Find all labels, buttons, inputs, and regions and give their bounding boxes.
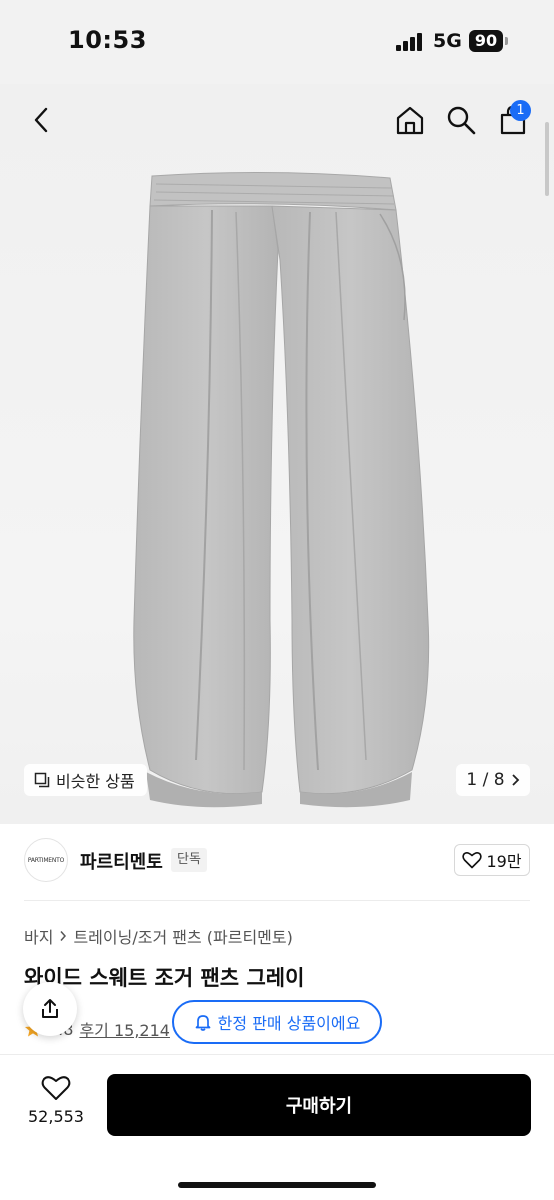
divider	[24, 900, 530, 901]
wishlist-count: 52,553	[28, 1107, 84, 1126]
breadcrumb-category[interactable]: 바지	[24, 924, 53, 948]
chevron-right-icon	[511, 774, 519, 786]
share-icon	[42, 999, 58, 1018]
search-icon	[447, 106, 476, 135]
buy-button[interactable]: 구매하기	[107, 1074, 531, 1136]
cart-count-badge: 1	[510, 100, 531, 121]
image-pager[interactable]: 1 / 8	[456, 764, 530, 796]
copy-icon	[34, 772, 50, 788]
network-label: 5G	[433, 30, 462, 52]
status-bar: 10:53 5G 90	[0, 0, 554, 84]
limited-sale-text: 한정 판매 상품이에요	[217, 1014, 361, 1033]
chevron-right-icon	[60, 931, 67, 941]
bottom-action-bar: 52,553 구매하기	[0, 1054, 554, 1200]
heart-icon	[462, 852, 483, 869]
home-indicator	[178, 1182, 376, 1188]
image-pager-label: 1 / 8	[466, 770, 505, 790]
similar-products-label: 비슷한 상품	[56, 772, 135, 791]
status-time: 10:53	[68, 26, 147, 54]
breadcrumb-subcategory[interactable]: 트레이닝/조거 팬츠 (파르티멘토)	[73, 924, 292, 948]
share-button[interactable]	[23, 982, 77, 1036]
battery-icon: 90	[469, 30, 503, 52]
brand-logo-text: PARTIMENTO	[27, 856, 65, 864]
heart-icon	[41, 1076, 71, 1100]
reviews-link[interactable]: 후기 15,214	[79, 1017, 170, 1041]
signal-icon	[396, 33, 422, 51]
wishlist-button[interactable]: 52,553	[22, 1075, 90, 1126]
home-icon	[396, 106, 424, 135]
scrollbar[interactable]	[545, 122, 549, 196]
product-photo-pants	[133, 171, 430, 808]
brand-name[interactable]: 파르티멘토	[80, 848, 163, 874]
exclusive-badge: 단독	[171, 848, 207, 872]
battery-tip	[505, 37, 508, 45]
back-button[interactable]	[24, 100, 58, 140]
limited-sale-notice: 한정 판매 상품이에요	[172, 1000, 382, 1044]
breadcrumb: 바지 트레이닝/조거 팬츠 (파르티멘토)	[24, 924, 293, 948]
similar-products-button[interactable]: 비슷한 상품	[24, 764, 147, 796]
brand-logo[interactable]: PARTIMENTO	[24, 838, 68, 882]
brand-row: PARTIMENTO 파르티멘토 단독 19만	[0, 836, 554, 900]
home-button[interactable]	[391, 100, 429, 140]
chevron-left-icon	[34, 107, 48, 133]
search-button[interactable]	[442, 100, 480, 140]
bell-icon	[195, 1015, 211, 1031]
brand-like-count: 19만	[486, 852, 522, 871]
brand-like-button[interactable]: 19만	[454, 844, 530, 876]
